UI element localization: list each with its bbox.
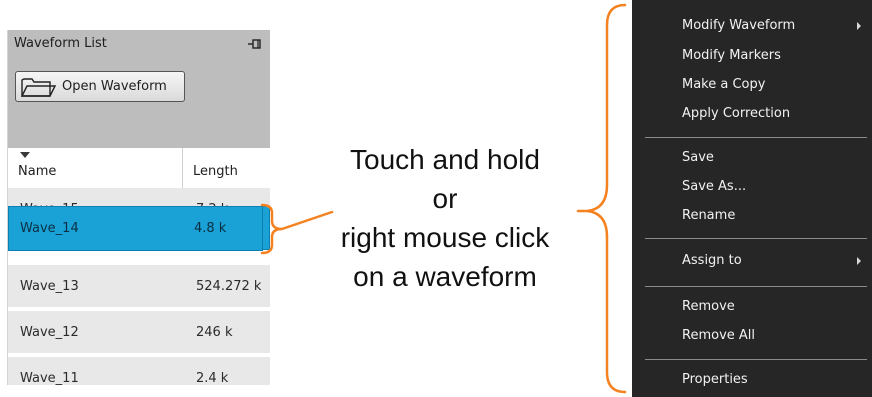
menu-brace [586, 3, 627, 394]
menu-separator [645, 359, 867, 360]
menu-separator [645, 238, 867, 239]
menu-separator [645, 137, 867, 138]
menu-item-modify-markers[interactable]: Modify Markers [682, 48, 781, 63]
menu-item-remove[interactable]: Remove [682, 299, 735, 314]
caption-line-3: right mouse click [340, 222, 550, 253]
menu-item-assign-to[interactable]: Assign to [682, 253, 742, 268]
caption-line-4: on a waveform [353, 261, 537, 292]
menu-item-apply-correction[interactable]: Apply Correction [682, 106, 790, 121]
caption-line-2: or [432, 183, 458, 214]
row-bracket [260, 203, 283, 255]
menu-item-make-a-copy[interactable]: Make a Copy [682, 77, 765, 92]
caption-line-1: Touch and hold [350, 144, 540, 175]
menu-item-properties[interactable]: Properties [682, 372, 748, 387]
menu-item-save-as[interactable]: Save As... [682, 179, 746, 194]
submenu-arrow-icon [857, 22, 861, 30]
menu-separator [645, 286, 867, 287]
menu-item-modify-waveform[interactable]: Modify Waveform [682, 18, 795, 33]
instruction-caption: Touch and hold or right mouse click on a… [300, 140, 590, 296]
submenu-arrow-icon [857, 257, 861, 265]
menu-item-remove-all[interactable]: Remove All [682, 328, 755, 343]
menu-item-rename[interactable]: Rename [682, 208, 735, 223]
context-menu: Modify Waveform Modify Markers Make a Co… [632, 0, 872, 397]
menu-item-save[interactable]: Save [682, 150, 714, 165]
